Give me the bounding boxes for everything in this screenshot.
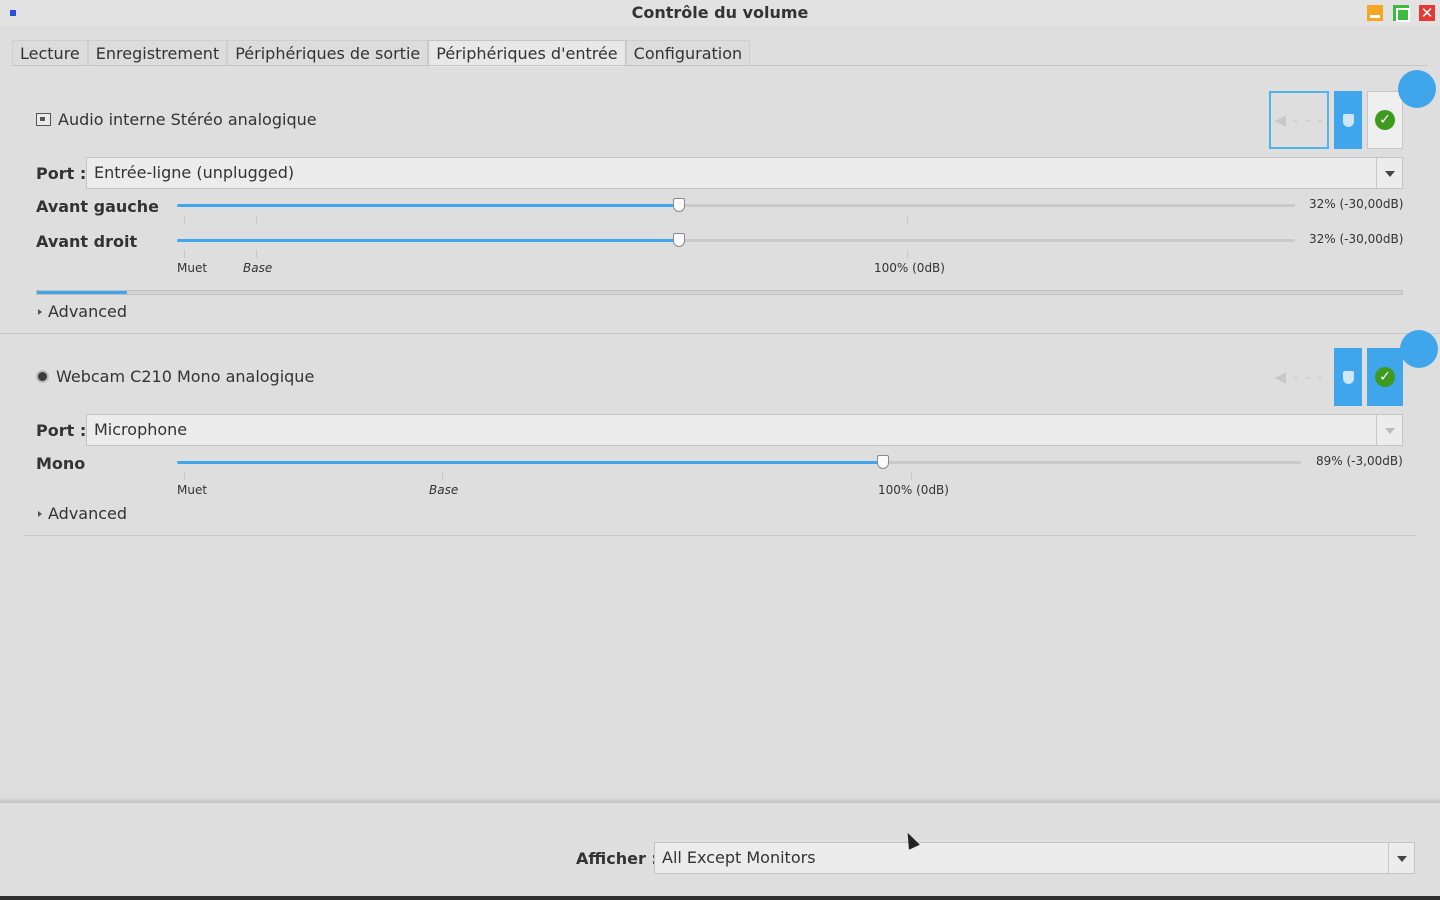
volume-slider-front-left[interactable] <box>177 198 1295 212</box>
advanced-label: Advanced <box>48 302 128 321</box>
volume-slider-front-right[interactable] <box>177 233 1295 247</box>
tick-full <box>907 216 908 224</box>
tab-peripheriques-sortie[interactable]: Périphériques de sortie <box>227 40 429 66</box>
slider-fill <box>177 204 679 207</box>
device-name: Webcam C210 Mono analogique <box>56 367 315 386</box>
shield-icon <box>1342 370 1354 384</box>
channel-label: Mono <box>36 454 86 473</box>
tick-mute <box>184 472 185 480</box>
decoration-blob <box>1398 70 1436 108</box>
slider-handle[interactable] <box>672 198 685 212</box>
port-select-value: Entrée-ligne (unplugged) <box>94 163 295 182</box>
scale-mark-full: 100% (0dB) <box>878 483 949 497</box>
port-select[interactable]: Microphone <box>86 414 1403 446</box>
advanced-expander[interactable]: Advanced <box>38 504 127 523</box>
chevron-down-icon <box>1376 158 1402 188</box>
minimize-button[interactable] <box>1367 5 1383 21</box>
maximize-button[interactable] <box>1393 5 1410 22</box>
slider-handle[interactable] <box>877 455 890 469</box>
mute-toggle-button[interactable]: ◀ - - - <box>1269 348 1329 406</box>
tick-mute <box>184 250 185 258</box>
shield-icon <box>1342 113 1354 127</box>
bottom-edge <box>0 896 1440 900</box>
tab-enregistrement[interactable]: Enregistrement <box>87 40 228 66</box>
channel-label: Avant gauche <box>36 197 160 216</box>
close-button[interactable]: ✕ <box>1419 5 1435 21</box>
volume-value: 32% (-30,00dB) <box>1309 197 1404 211</box>
port-label: Port : <box>36 421 87 440</box>
tick-full <box>911 472 912 480</box>
chevron-down-icon <box>1388 843 1414 873</box>
advanced-expander[interactable]: Advanced <box>38 302 127 321</box>
tab-peripheriques-entree[interactable]: Périphériques d'entrée <box>428 40 626 67</box>
tab-bar: Lecture Enregistrement Périphériques de … <box>12 40 751 67</box>
lock-channels-button[interactable] <box>1334 348 1362 406</box>
section-separator <box>0 333 1440 334</box>
expander-arrow-icon <box>38 510 42 517</box>
volume-slider-mono[interactable] <box>177 455 1301 469</box>
show-filter-select[interactable]: All Except Monitors <box>654 842 1415 874</box>
tick-base <box>256 250 257 258</box>
speaker-muted-icon: ◀ - - - <box>1274 111 1324 129</box>
lock-channels-button[interactable] <box>1334 91 1362 149</box>
scale-mark-base: Base <box>243 261 273 275</box>
device-header: Audio interne Stéréo analogique <box>36 110 317 129</box>
tab-lecture[interactable]: Lecture <box>12 40 88 66</box>
expander-arrow-icon <box>38 308 42 315</box>
decoration-blob <box>1400 330 1438 368</box>
tick-base <box>256 216 257 224</box>
peak-level-meter <box>36 290 1403 295</box>
port-select-value: Microphone <box>94 420 188 439</box>
set-default-button[interactable]: ✓ <box>1367 348 1403 406</box>
port-label: Port : <box>36 164 87 183</box>
mute-toggle-button[interactable]: ◀ - - - <box>1269 91 1329 149</box>
device-name: Audio interne Stéréo analogique <box>58 110 317 129</box>
tick-base <box>442 472 443 480</box>
scale-mark-full: 100% (0dB) <box>874 261 945 275</box>
slider-fill <box>177 461 884 464</box>
sound-card-icon <box>36 113 51 126</box>
scale-mark-base: Base <box>429 483 459 497</box>
slider-handle[interactable] <box>672 233 685 247</box>
tick-full <box>907 250 908 258</box>
speaker-muted-icon: ◀ - - - <box>1274 368 1324 386</box>
advanced-label: Advanced <box>48 504 128 523</box>
show-filter-value: All Except Monitors <box>662 848 816 867</box>
volume-value: 32% (-30,00dB) <box>1309 232 1404 246</box>
check-icon: ✓ <box>1375 110 1395 130</box>
show-filter-label: Afficher : <box>576 849 658 868</box>
webcam-icon <box>36 370 49 383</box>
section-separator <box>24 535 1416 536</box>
check-icon: ✓ <box>1375 367 1395 387</box>
tick-mute <box>184 216 185 224</box>
set-default-button[interactable]: ✓ <box>1367 91 1403 149</box>
scale-mark-mute: Muet <box>177 261 208 275</box>
volume-value: 89% (-3,00dB) <box>1316 454 1403 468</box>
peak-level-fill <box>37 291 128 294</box>
tab-divider <box>12 65 1428 66</box>
device-header: Webcam C210 Mono analogique <box>36 367 314 386</box>
title-bar: Contrôle du volume ✕ <box>0 0 1440 26</box>
scale-mark-mute: Muet <box>177 483 208 497</box>
port-select[interactable]: Entrée-ligne (unplugged) <box>86 157 1403 189</box>
chevron-down-icon <box>1376 415 1402 445</box>
window-title: Contrôle du volume <box>631 3 809 22</box>
channel-label: Avant droit <box>36 232 138 251</box>
tab-configuration[interactable]: Configuration <box>625 40 751 66</box>
slider-fill <box>177 239 679 242</box>
